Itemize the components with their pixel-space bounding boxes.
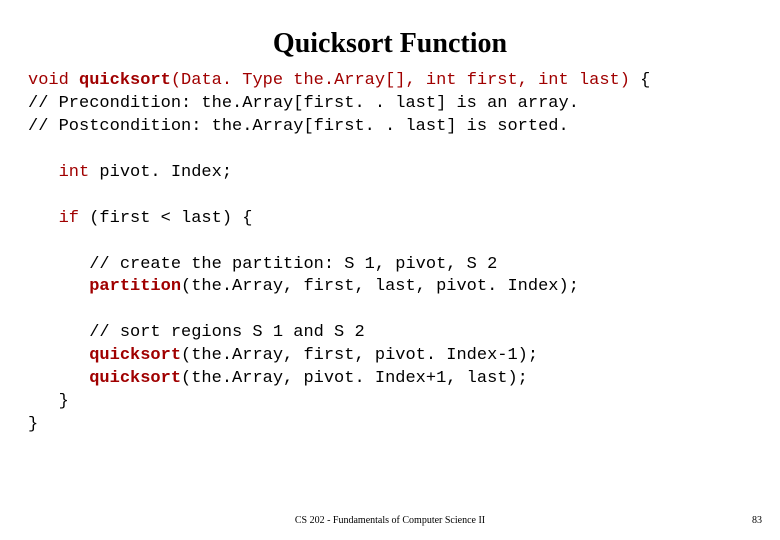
code-keyword-void: void [28,71,69,90]
code-text: } [28,415,38,434]
code-text: (the.Array, first, last, pivot. Index); [181,277,579,296]
code-text: (the.Array, pivot. Index+1, last); [181,369,528,388]
code-comment: // create the partition: S 1, pivot, S 2 [28,255,497,274]
code-fn-quicksort: quicksort [28,369,181,388]
code-fn-quicksort: quicksort [79,71,171,90]
code-fn-quicksort: quicksort [28,346,181,365]
code-text: { [630,71,650,90]
code-comment: // Postcondition: the.Array[first. . las… [28,117,569,136]
footer-course: CS 202 - Fundamentals of Computer Scienc… [0,515,780,526]
code-text: pivot. Index; [89,163,232,182]
code-text: (first < last) { [79,209,252,228]
slide: Quicksort Function void quicksort(Data. … [0,0,780,540]
code-fn-partition: partition [28,277,181,296]
code-block: void quicksort(Data. Type the.Array[], i… [0,70,780,437]
footer-page-number: 83 [752,515,762,526]
code-keyword-int: int [28,163,89,182]
footer: CS 202 - Fundamentals of Computer Scienc… [0,515,780,526]
code-comment: // sort regions S 1 and S 2 [28,323,365,342]
code-comment: // Precondition: the.Array[first. . last… [28,94,579,113]
slide-title: Quicksort Function [0,0,780,70]
code-signature: (Data. Type the.Array[], int first, int … [171,71,630,90]
code-text: } [28,392,69,411]
code-keyword-if: if [28,209,79,228]
code-text: (the.Array, first, pivot. Index-1); [181,346,538,365]
